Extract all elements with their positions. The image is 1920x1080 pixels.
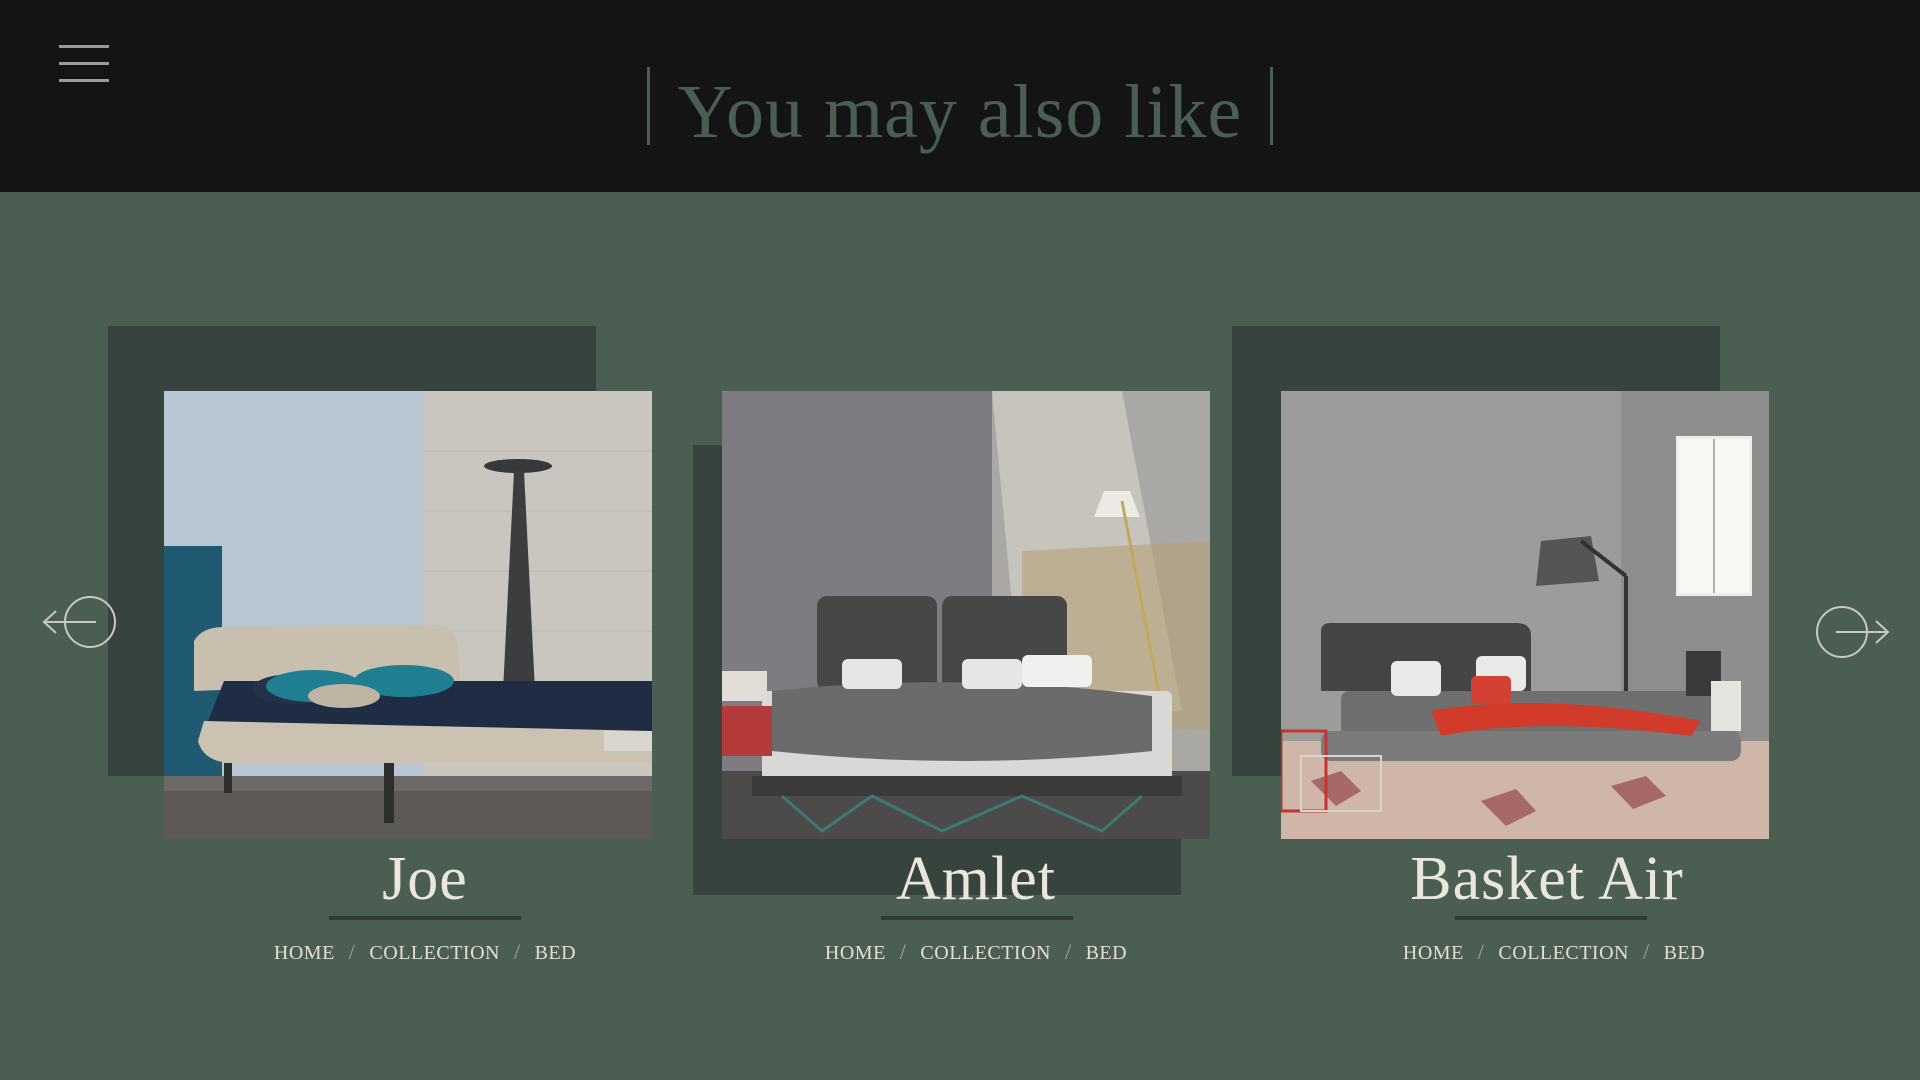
page-title: You may also like bbox=[677, 70, 1243, 154]
title-divider-right bbox=[1270, 67, 1274, 145]
breadcrumb-separator: / bbox=[513, 939, 521, 964]
product-name[interactable]: Amlet bbox=[732, 838, 1220, 920]
product-name[interactable]: Basket Air bbox=[1303, 838, 1791, 920]
header-bar: You may also like bbox=[0, 0, 1920, 192]
breadcrumb: HOME / COLLECTION / BED bbox=[181, 938, 669, 967]
breadcrumb-home[interactable]: HOME bbox=[274, 942, 335, 964]
breadcrumb-bed[interactable]: BED bbox=[535, 942, 577, 964]
arrow-left-circle-icon[interactable] bbox=[40, 592, 120, 652]
breadcrumb-bed[interactable]: BED bbox=[1086, 942, 1128, 964]
breadcrumb-separator: / bbox=[899, 939, 907, 964]
breadcrumb-separator: / bbox=[1064, 939, 1072, 964]
breadcrumb-separator: / bbox=[348, 939, 356, 964]
breadcrumb-bed[interactable]: BED bbox=[1664, 942, 1706, 964]
breadcrumb-separator: / bbox=[1642, 939, 1650, 964]
page-title-wrapper: You may also like bbox=[0, 62, 1920, 162]
title-divider-left bbox=[646, 67, 650, 145]
breadcrumb-collection[interactable]: COLLECTION bbox=[1498, 942, 1629, 964]
product-name-underline bbox=[1455, 916, 1647, 920]
breadcrumb-home[interactable]: HOME bbox=[825, 942, 886, 964]
product-image-joe[interactable] bbox=[164, 391, 652, 839]
breadcrumb-collection[interactable]: COLLECTION bbox=[369, 942, 500, 964]
arrow-right-circle-icon[interactable] bbox=[1812, 602, 1892, 662]
breadcrumb-collection[interactable]: COLLECTION bbox=[920, 942, 1051, 964]
product-name[interactable]: Joe bbox=[181, 838, 669, 920]
product-name-underline bbox=[329, 916, 521, 920]
breadcrumb: HOME / COLLECTION / BED bbox=[732, 938, 1220, 967]
product-image-basket-air[interactable] bbox=[1281, 391, 1769, 839]
product-name-underline bbox=[881, 916, 1073, 920]
breadcrumb: HOME / COLLECTION / BED bbox=[1310, 938, 1798, 967]
product-image-amlet[interactable] bbox=[722, 391, 1210, 839]
breadcrumb-separator: / bbox=[1477, 939, 1485, 964]
breadcrumb-home[interactable]: HOME bbox=[1403, 942, 1464, 964]
